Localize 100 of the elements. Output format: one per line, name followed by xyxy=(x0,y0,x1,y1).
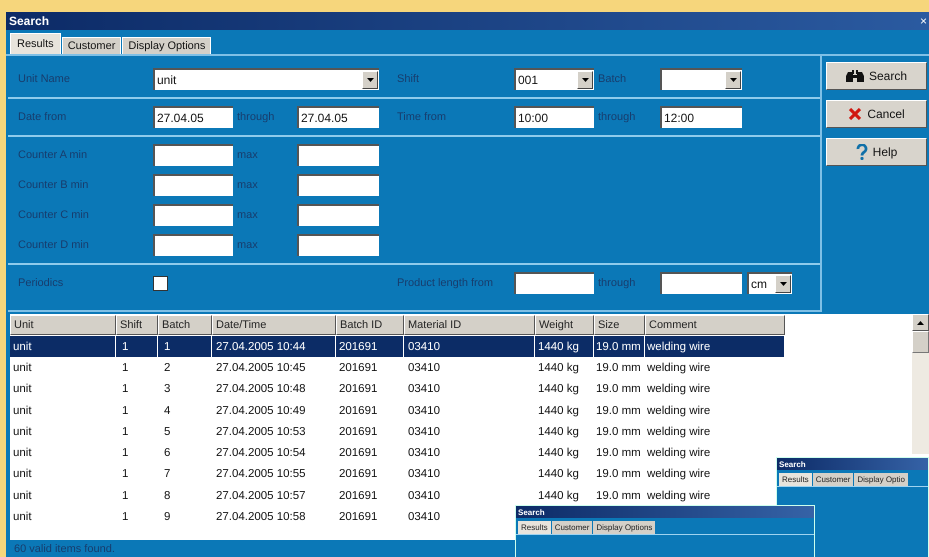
scroll-up-icon[interactable] xyxy=(912,314,929,331)
field-label: Batch xyxy=(597,73,628,85)
table-cell-text: 1 xyxy=(121,446,128,462)
counter-min-field[interactable] xyxy=(153,144,233,166)
counter-min-field[interactable] xyxy=(153,234,233,256)
column-header[interactable]: Material ID xyxy=(404,315,535,335)
counter-max-field[interactable] xyxy=(297,174,379,196)
search-button[interactable]: Search xyxy=(826,62,927,90)
table-cell-text: 5 xyxy=(163,424,170,440)
field-label: Counter B min xyxy=(18,179,90,191)
close-button[interactable]: × xyxy=(920,15,927,27)
table-cell-text: 1440 kg xyxy=(537,424,579,440)
field-label: through xyxy=(597,111,636,123)
table-cell-text: 1 xyxy=(121,467,128,482)
tab[interactable]: Display Options xyxy=(122,37,212,54)
table-cell-text: 3 xyxy=(163,382,170,398)
table-cell-text: 9 xyxy=(163,510,170,526)
field-label: max xyxy=(236,209,259,221)
field-label: Time from xyxy=(397,111,448,123)
column-header[interactable]: Comment xyxy=(645,315,785,335)
periodics-checkbox[interactable] xyxy=(153,276,168,290)
column-header[interactable]: Shift xyxy=(116,315,158,335)
close-icon xyxy=(848,107,862,121)
table-cell-text: unit xyxy=(12,467,32,482)
unit-name-dropdown[interactable]: unit xyxy=(153,68,379,90)
tab[interactable]: Results xyxy=(779,473,812,486)
scrollbar[interactable] xyxy=(912,314,929,454)
table-cell: 19.0 mm xyxy=(594,336,645,358)
table-cell-text: 03410 xyxy=(407,446,440,462)
column-header[interactable]: Batch xyxy=(158,315,212,335)
table-cell-text: welding wire xyxy=(646,488,710,504)
column-header[interactable]: Batch ID xyxy=(336,315,404,335)
column-header[interactable]: Unit xyxy=(10,315,116,335)
table-cell-text: 03410 xyxy=(407,424,440,440)
table-cell-text: 1440 kg xyxy=(537,404,579,419)
table-cell-text: 27.04.2005 10:57 xyxy=(215,488,306,504)
table-cell: 1 xyxy=(116,336,158,358)
tab[interactable]: Results xyxy=(518,521,551,534)
table-cell-text: unit xyxy=(12,488,32,504)
table-cell-text: welding wire xyxy=(646,404,710,419)
status-text: 60 valid items found. xyxy=(14,542,115,554)
unit-dropdown[interactable]: cm xyxy=(747,272,792,294)
table-cell-text: 27.04.2005 10:58 xyxy=(215,510,306,526)
table-cell-text: 201691 xyxy=(338,382,378,398)
table-cell-text: 03410 xyxy=(407,488,440,504)
field-label: Shift xyxy=(397,73,420,85)
tab[interactable]: Customer xyxy=(552,521,592,534)
field-label: max xyxy=(236,149,259,161)
counter-min-field[interactable] xyxy=(153,174,233,196)
field-label: through xyxy=(597,277,636,289)
help-button[interactable]: Help xyxy=(826,138,927,166)
tab[interactable]: Results xyxy=(10,33,61,54)
table-cell-text: 1 xyxy=(121,360,128,376)
table-cell-text: 03410 xyxy=(407,382,440,398)
counter-min-field[interactable] xyxy=(153,204,233,226)
field-label: Unit Name xyxy=(18,73,71,85)
table-cell-text: unit xyxy=(12,404,32,419)
counter-max-field[interactable] xyxy=(297,234,379,256)
table-cell-text: 19.0 mm xyxy=(595,424,641,440)
table-cell: 03410 xyxy=(404,336,535,358)
date-from-field[interactable]: 27.04.05 xyxy=(153,106,233,128)
field-label: max xyxy=(236,239,259,251)
counter-max-field[interactable] xyxy=(297,144,379,166)
field-label: Counter C min xyxy=(18,209,90,221)
field-label: max xyxy=(236,179,259,191)
length-from-field[interactable] xyxy=(514,272,594,294)
tab[interactable]: Customer xyxy=(62,37,122,54)
table-cell-text: 19.0 mm xyxy=(595,488,641,504)
shift-dropdown[interactable]: 001 xyxy=(514,68,594,90)
table-cell-text: 27.04.2005 10:55 xyxy=(215,467,306,482)
tab[interactable]: Display Optio xyxy=(854,473,908,486)
table-cell-text: 27.04.2005 10:45 xyxy=(215,360,306,376)
selected-row[interactable]: unit 1 1 27.04.2005 10:44 201691 03410 1440 kg 19.0 mm welding wire xyxy=(10,336,912,358)
cancel-button[interactable]: Cancel xyxy=(826,100,927,128)
length-through-field[interactable] xyxy=(660,272,742,294)
tab[interactable]: Display Options xyxy=(593,521,656,534)
field-label: Counter A min xyxy=(18,149,88,161)
table-cell: welding wire xyxy=(645,336,785,358)
table-cell-text: 1 xyxy=(121,510,128,526)
table-cell-text: 03410 xyxy=(407,404,440,419)
table-cell-text: 201691 xyxy=(338,446,378,462)
table-cell-text: 03410 xyxy=(407,467,440,482)
counter-max-field[interactable] xyxy=(297,204,379,226)
table-cell-text: 1440 kg xyxy=(537,446,579,462)
date-through-field[interactable]: 27.04.05 xyxy=(297,106,379,128)
table-cell-text: 1 xyxy=(121,382,128,398)
column-header[interactable]: Date/Time xyxy=(212,315,336,335)
time-from-field[interactable]: 10:00 xyxy=(514,106,594,128)
table-cell-text: 27.04.2005 10:48 xyxy=(215,382,306,398)
table-cell-text: 27.04.2005 10:54 xyxy=(215,446,306,462)
time-through-field[interactable]: 12:00 xyxy=(660,106,742,128)
table-cell-text: welding wire xyxy=(646,446,710,462)
table-cell-text: 6 xyxy=(163,446,170,462)
batch-dropdown[interactable] xyxy=(660,68,742,90)
scroll-thumb[interactable] xyxy=(912,331,929,353)
column-header[interactable]: Size xyxy=(594,315,645,335)
table-cell-text: unit xyxy=(12,510,32,526)
column-header[interactable]: Weight xyxy=(535,315,594,335)
tab[interactable]: Customer xyxy=(812,473,854,486)
table-cell-text: 4 xyxy=(163,404,170,419)
